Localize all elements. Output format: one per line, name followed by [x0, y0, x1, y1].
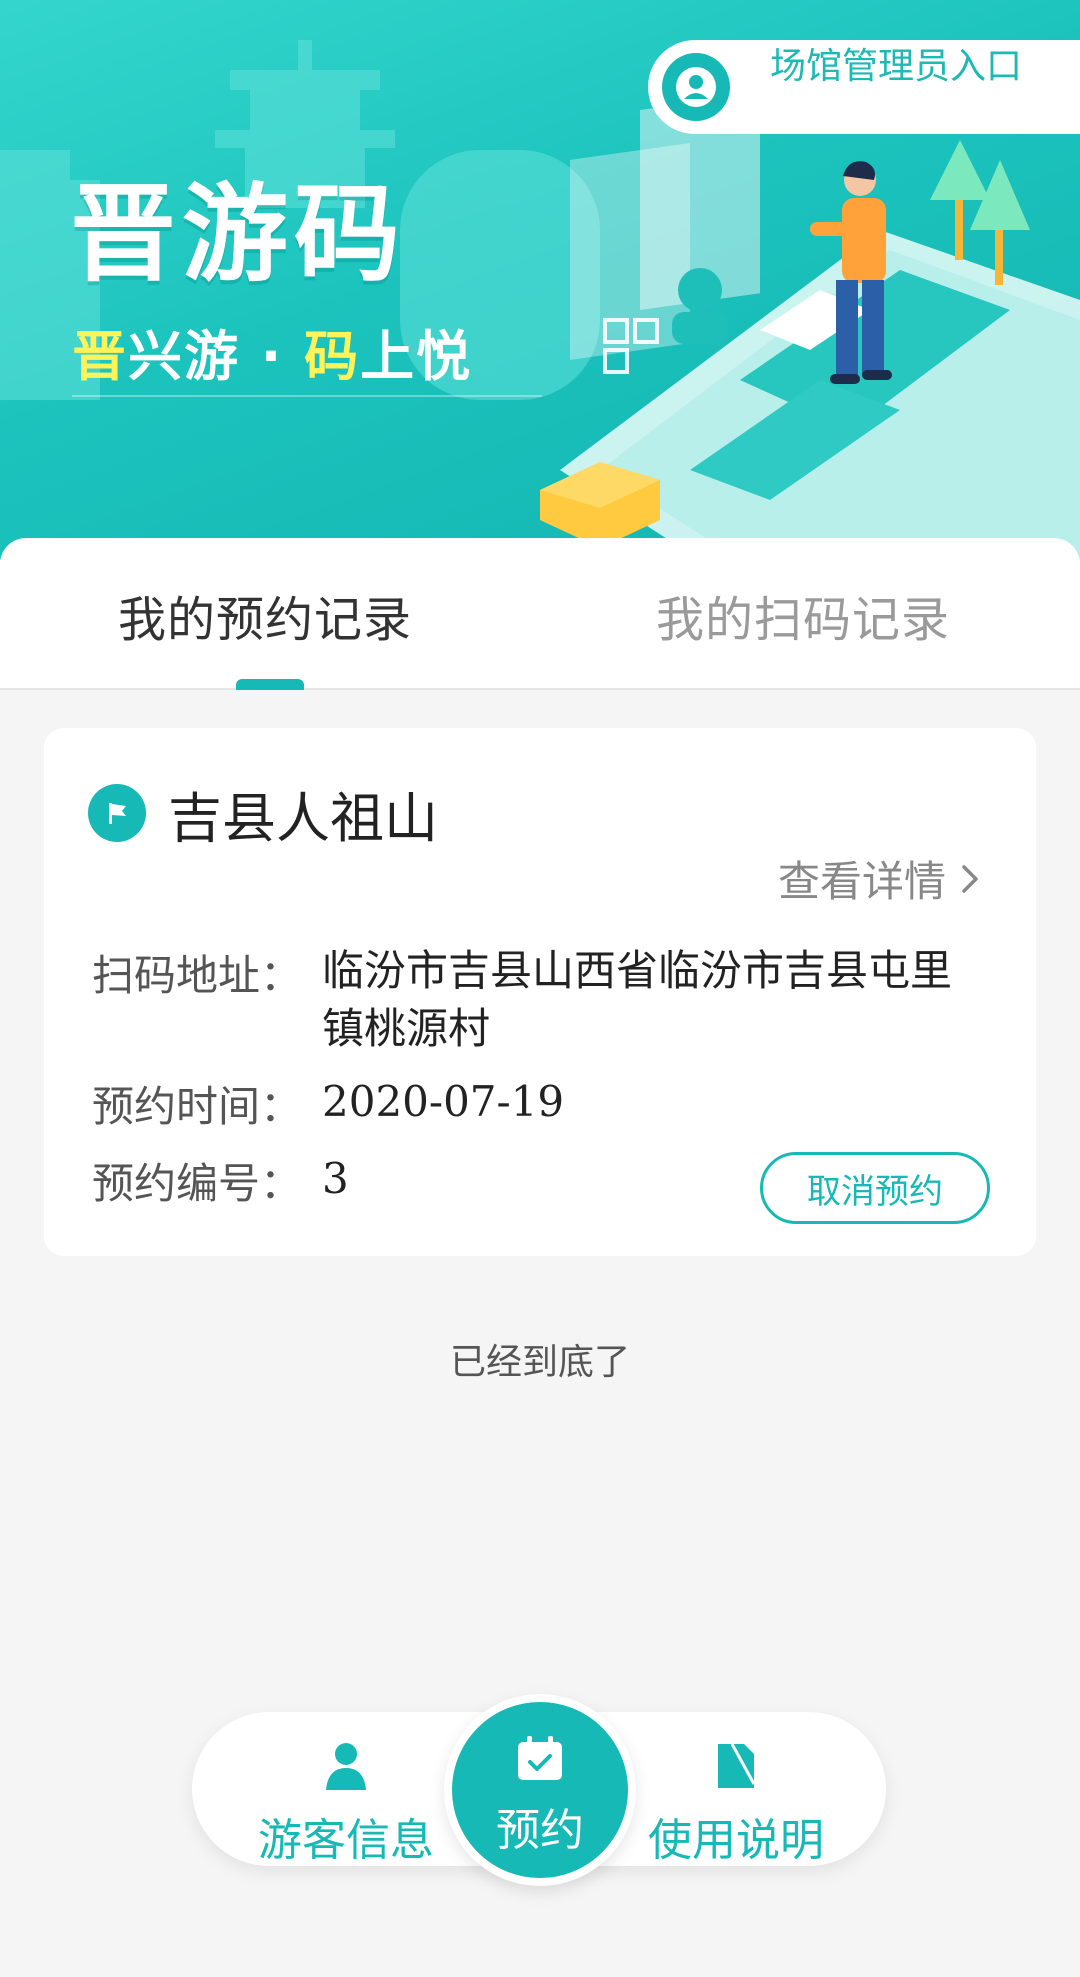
tab-reservation-records[interactable]: 我的预约记录 — [118, 580, 412, 650]
tab-scan-records[interactable]: 我的扫码记录 — [656, 580, 950, 650]
brand-title: 晋游码 — [70, 173, 406, 296]
view-details-label: 查看详情 — [777, 857, 946, 906]
slogan-part-3: 码 — [304, 325, 361, 388]
venue-name: 吉县人祖山 — [168, 787, 438, 850]
list-end-text: 已经到底了 — [449, 1342, 630, 1383]
slogan-part-4: 上悦 — [360, 325, 473, 388]
number-label: 预约编号： — [92, 1159, 303, 1208]
nav-visitor-info-label: 游客信息 — [258, 1815, 434, 1866]
reservation-card: 吉县人祖山 查看详情 扫码地址： 临汾市吉县山西省临汾市吉县屯里镇桃源村 预约时… — [44, 728, 1036, 1256]
page: 晋游码 晋兴游 · 码上悦 场馆管理员入口 我的预约记录 我的扫码记录 吉县人祖… — [0, 0, 1080, 1977]
record-tabs: 我的预约记录 我的扫码记录 — [0, 538, 1080, 690]
address-value: 临汾市吉县山西省临汾市吉县屯里镇桃源村 — [322, 946, 953, 1053]
address-label: 扫码地址： — [92, 951, 303, 1000]
user-avatar-icon — [662, 53, 730, 121]
active-tab-indicator — [236, 679, 304, 690]
admin-entry-button[interactable]: 场馆管理员入口 — [648, 40, 1080, 134]
slogan-part-2: 兴游 · — [128, 325, 305, 388]
nav-reservation[interactable]: 预约 — [444, 1694, 636, 1886]
slogan-part-1: 晋 — [72, 325, 128, 388]
user-icon — [246, 1740, 446, 1794]
calendar-check-icon — [452, 1734, 628, 1786]
admin-entry-label: 场馆管理员入口 — [769, 46, 1022, 87]
time-value: 2020-07-19 — [322, 1077, 565, 1126]
nav-instructions-label: 使用说明 — [648, 1815, 824, 1866]
header-banner: 晋游码 晋兴游 · 码上悦 场馆管理员入口 — [0, 0, 1080, 560]
view-details-link[interactable]: 查看详情 — [778, 848, 980, 909]
chevron-right-icon — [960, 863, 980, 895]
brand-slogan: 晋兴游 · 码上悦 — [72, 312, 472, 391]
time-label: 预约时间： — [92, 1082, 303, 1131]
nav-reservation-label: 预约 — [496, 1805, 584, 1856]
document-icon — [636, 1740, 836, 1794]
cancel-reservation-button[interactable]: 取消预约 — [760, 1152, 990, 1224]
nav-visitor-info[interactable]: 游客信息 — [246, 1740, 446, 1868]
nav-instructions[interactable]: 使用说明 — [636, 1740, 836, 1868]
flag-icon — [88, 784, 146, 842]
